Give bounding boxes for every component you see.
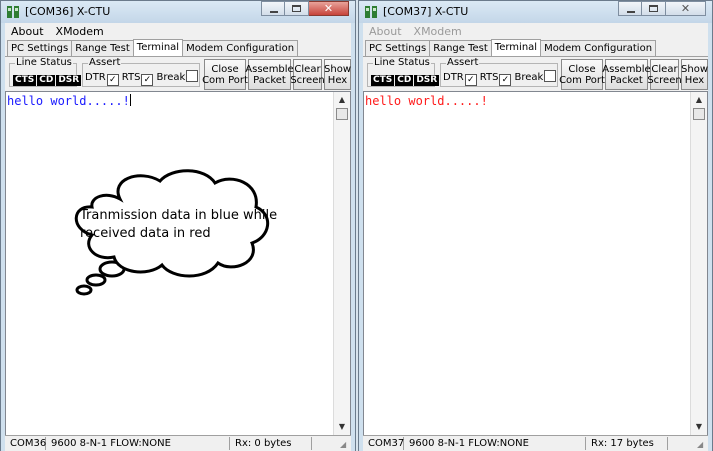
minimize-button[interactable] — [261, 1, 285, 16]
dsr-indicator: DSR — [414, 75, 440, 86]
scroll-up-icon[interactable]: ▲ — [691, 93, 707, 107]
tab-strip: PC Settings Range Test Terminal Modem Co… — [7, 39, 351, 57]
rts-checkbox[interactable]: ✓ — [499, 74, 512, 86]
status-port: COM37 — [365, 437, 404, 450]
break-checkbox[interactable] — [544, 70, 557, 82]
text-caret — [129, 94, 131, 106]
terminal-output[interactable]: hello world.....! ▲ ▼ — [363, 91, 708, 436]
tab-terminal[interactable]: Terminal — [132, 39, 184, 56]
dtr-label: DTR — [85, 72, 106, 83]
dtr-checkbox[interactable]: ✓ — [106, 74, 119, 86]
maximize-icon — [292, 5, 301, 12]
tab-range-test[interactable]: Range Test — [71, 40, 134, 56]
scroll-thumb[interactable] — [693, 108, 705, 120]
scroll-thumb[interactable] — [336, 108, 348, 120]
menu-bar: About XModem — [5, 23, 351, 39]
transmitted-text: hello world.....! — [7, 94, 130, 108]
break-label: Break — [156, 72, 186, 83]
line-status-group: Line Status CTS CD DSR — [9, 57, 82, 87]
show-hex-button[interactable]: Show Hex — [324, 59, 351, 90]
resize-grip-icon[interactable]: ◢ — [340, 440, 350, 450]
close-com-port-button[interactable]: Close Com Port — [559, 59, 605, 90]
status-bar: COM37 9600 8-N-1 FLOW:NONE Rx: 17 bytes … — [363, 435, 708, 451]
status-bar: COM36 9600 8-N-1 FLOW:NONE Rx: 0 bytes ◢ — [5, 435, 351, 451]
annotation-note: Tranmission data in blue while received … — [80, 208, 278, 241]
rts-checkbox[interactable]: ✓ — [141, 74, 154, 86]
status-port: COM36 — [7, 437, 46, 450]
received-text: hello world.....! — [365, 94, 488, 108]
close-icon: ✕ — [680, 2, 691, 15]
terminal-text-line: hello world.....! — [7, 94, 131, 108]
cts-indicator: CTS — [371, 75, 395, 86]
tab-strip: PC Settings Range Test Terminal Modem Co… — [365, 39, 708, 57]
resize-grip-icon[interactable]: ◢ — [697, 440, 707, 450]
vertical-scrollbar[interactable]: ▲ ▼ — [690, 92, 707, 435]
rts-label: RTS — [121, 72, 141, 83]
cts-indicator: CTS — [13, 75, 37, 86]
close-com-port-button[interactable]: Close Com Port — [202, 59, 248, 90]
line-status-label: Line Status — [15, 57, 73, 68]
show-hex-button[interactable]: Show Hex — [681, 59, 708, 90]
status-rx-bytes: Rx: 0 bytes — [232, 437, 312, 450]
assert-label: Assert — [88, 57, 122, 68]
terminal-toolbar: Line Status CTS CD DSR Assert DTR ✓ RTS ✓ Brea… — [5, 56, 351, 92]
xctu-app-icon — [365, 6, 377, 18]
minimize-button[interactable] — [618, 1, 642, 16]
scroll-down-icon[interactable]: ▼ — [691, 420, 707, 434]
assemble-packet-button[interactable]: Assemble Packet — [245, 59, 294, 90]
dsr-indicator: DSR — [56, 75, 82, 86]
close-button[interactable]: ✕ — [666, 1, 706, 16]
tab-pc-settings[interactable]: PC Settings — [365, 40, 431, 56]
status-settings: 9600 8-N-1 FLOW:NONE — [48, 437, 230, 450]
cd-indicator: CD — [37, 75, 56, 86]
menu-xmodem[interactable]: XModem — [408, 23, 468, 38]
menu-bar: About XModem — [363, 23, 708, 39]
cd-indicator: CD — [395, 75, 414, 86]
menu-about[interactable]: About — [5, 23, 50, 38]
maximize-button[interactable] — [642, 1, 666, 16]
break-label: Break — [514, 72, 544, 83]
tab-pc-settings[interactable]: PC Settings — [7, 40, 73, 56]
tab-modem-configuration[interactable]: Modem Configuration — [540, 40, 657, 56]
scroll-down-icon[interactable]: ▼ — [334, 420, 350, 434]
rts-label: RTS — [479, 72, 499, 83]
minimize-icon — [270, 11, 278, 13]
close-button[interactable]: ✕ — [309, 1, 349, 16]
minimize-icon — [627, 11, 635, 13]
maximize-icon — [649, 5, 658, 12]
menu-xmodem[interactable]: XModem — [50, 23, 110, 38]
line-status-group: Line Status CTS CD DSR — [367, 57, 440, 87]
assert-group: Assert DTR ✓ RTS ✓ Break — [440, 57, 558, 87]
menu-about[interactable]: About — [363, 23, 408, 38]
assert-label: Assert — [446, 57, 480, 68]
dtr-label: DTR — [443, 72, 464, 83]
terminal-toolbar: Line Status CTS CD DSR Assert DTR ✓ RTS ✓ Brea… — [363, 56, 708, 92]
line-status-label: Line Status — [373, 57, 431, 68]
scroll-up-icon[interactable]: ▲ — [334, 93, 350, 107]
status-rx-bytes: Rx: 17 bytes — [588, 437, 668, 450]
tab-range-test[interactable]: Range Test — [429, 40, 492, 56]
window-title: [COM36] X-CTU — [25, 5, 111, 18]
break-checkbox[interactable] — [186, 70, 199, 82]
assemble-packet-button[interactable]: Assemble Packet — [602, 59, 651, 90]
dtr-checkbox[interactable]: ✓ — [464, 74, 477, 86]
title-bar[interactable]: [COM37] X-CTU ✕ — [359, 1, 712, 23]
maximize-button[interactable] — [285, 1, 309, 16]
tab-terminal[interactable]: Terminal — [490, 39, 542, 56]
xctu-app-icon — [7, 6, 19, 18]
tab-modem-configuration[interactable]: Modem Configuration — [182, 40, 299, 56]
x-ctu-window-com37: [COM37] X-CTU ✕ About XModem PC Settings … — [358, 0, 713, 451]
status-settings: 9600 8-N-1 FLOW:NONE — [406, 437, 586, 450]
vertical-scrollbar[interactable]: ▲ ▼ — [333, 92, 350, 435]
clear-screen-button[interactable]: Clear Screen — [647, 59, 682, 90]
clear-screen-button[interactable]: Clear Screen — [290, 59, 325, 90]
window-title: [COM37] X-CTU — [383, 5, 469, 18]
title-bar[interactable]: [COM36] X-CTU ✕ — [1, 1, 355, 23]
close-icon: ✕ — [323, 2, 334, 15]
assert-group: Assert DTR ✓ RTS ✓ Break — [82, 57, 200, 87]
